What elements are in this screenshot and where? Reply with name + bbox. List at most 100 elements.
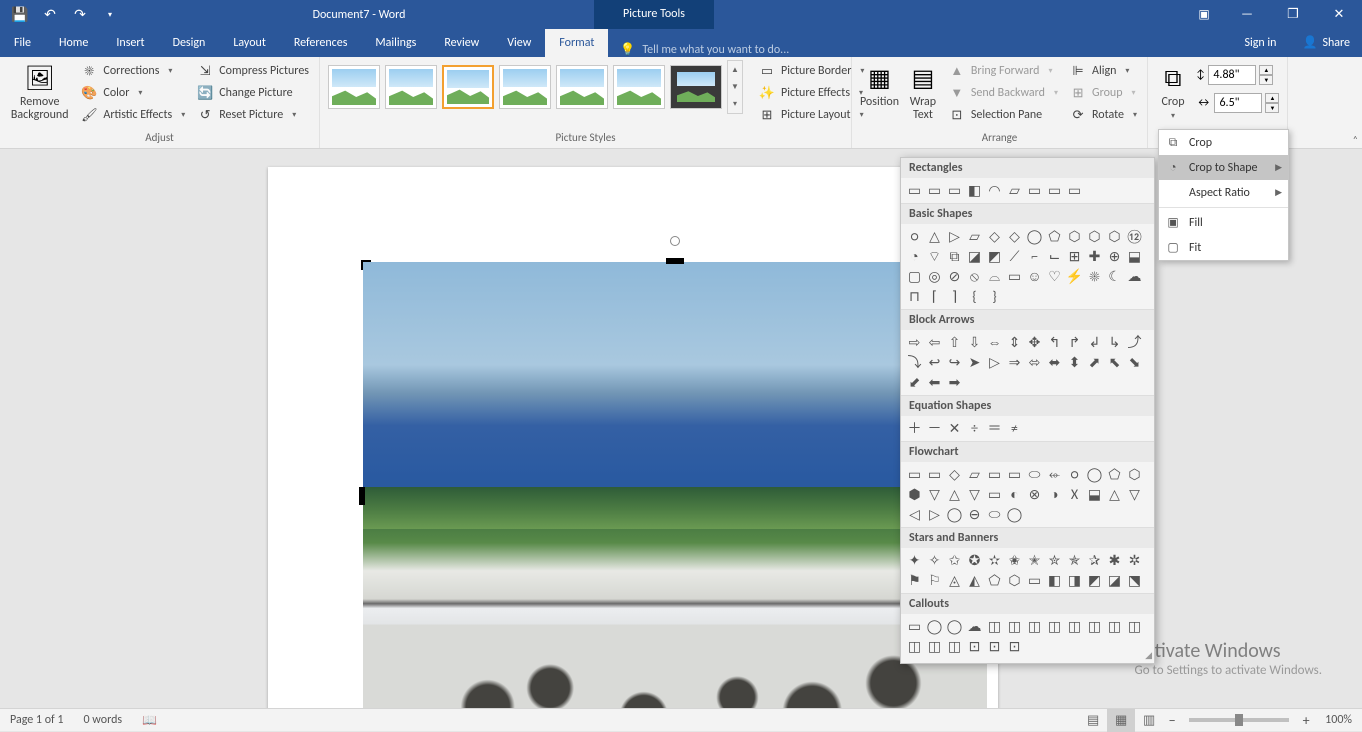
resize-grip-icon[interactable]: ◢ <box>1145 650 1152 661</box>
picture-style-thumb[interactable] <box>385 65 437 109</box>
shape-option[interactable]: ▭ <box>905 181 924 200</box>
tab-layout[interactable]: Layout <box>219 29 280 57</box>
close-icon[interactable]: ✕ <box>1316 0 1362 29</box>
shape-option[interactable]: ⬓ <box>1085 485 1104 504</box>
shape-option[interactable]: ◎ <box>925 267 944 286</box>
shape-option[interactable]: ✬ <box>1005 551 1024 570</box>
shape-option[interactable]: ⬠ <box>985 571 1004 590</box>
shape-option[interactable]: ▷ <box>945 227 964 246</box>
zoom-knob[interactable] <box>1235 714 1243 726</box>
shape-option[interactable]: ✦ <box>905 551 924 570</box>
tab-references[interactable]: References <box>280 29 362 57</box>
position-button[interactable]: ▦ Position <box>858 60 901 109</box>
shape-option[interactable]: ◩ <box>1085 571 1104 590</box>
picture-style-thumb[interactable] <box>499 65 551 109</box>
shape-option[interactable]: ◫ <box>1045 617 1064 636</box>
shape-option[interactable]: ⬓ <box>1125 247 1144 266</box>
shape-option[interactable]: ⬠ <box>1045 227 1064 246</box>
shape-option[interactable]: ⊡ <box>985 637 1004 656</box>
shape-option[interactable]: ◔ <box>905 247 924 266</box>
shape-option[interactable]: ✱ <box>1105 551 1124 570</box>
shape-option[interactable]: ✥ <box>1025 333 1044 352</box>
shape-option[interactable]: ▭ <box>1025 571 1044 590</box>
undo-icon[interactable]: ↶ <box>36 3 64 27</box>
shape-option[interactable]: ◫ <box>905 637 924 656</box>
tab-view[interactable]: View <box>493 29 545 57</box>
shape-option[interactable]: X <box>1065 485 1084 504</box>
redo-icon[interactable]: ↷ <box>66 3 94 27</box>
shape-option[interactable]: ▢ <box>905 267 924 286</box>
crop-dropdown-icon[interactable]: ▾ <box>1171 111 1175 121</box>
shape-option[interactable]: ◫ <box>1085 617 1104 636</box>
color-button[interactable]: 🎨Color <box>77 82 189 104</box>
shape-option[interactable]: ◫ <box>985 617 1004 636</box>
shape-option[interactable]: ▭ <box>945 181 964 200</box>
shape-option[interactable]: ⇒ <box>1005 353 1024 372</box>
shape-option[interactable]: ◠ <box>985 181 1004 200</box>
shape-option[interactable]: ⌙ <box>1045 247 1064 266</box>
shape-option[interactable]: ▭ <box>1045 181 1064 200</box>
shape-option[interactable]: ▭ <box>925 181 944 200</box>
shape-option[interactable]: ⬡ <box>1085 227 1104 246</box>
artistic-effects-button[interactable]: 🖌Artistic Effects <box>77 104 189 126</box>
shape-option[interactable]: ▷ <box>925 505 944 524</box>
shape-option[interactable]: － <box>925 419 944 438</box>
tab-format[interactable]: Format <box>545 29 608 57</box>
shape-option[interactable]: { <box>965 287 984 306</box>
remove-background-button[interactable]: 🖼 Remove Background <box>6 60 73 122</box>
shape-option[interactable]: ⑫ <box>1125 227 1144 246</box>
view-print-icon[interactable]: ▦ <box>1107 709 1135 732</box>
shape-option[interactable]: ⬊ <box>1125 353 1144 372</box>
shape-option[interactable]: ⬡ <box>1105 227 1124 246</box>
shape-option[interactable]: ▽ <box>1125 485 1144 504</box>
view-web-icon[interactable]: ▥ <box>1135 709 1163 732</box>
view-read-icon[interactable]: ▤ <box>1079 709 1107 732</box>
shape-option[interactable]: ↪ <box>945 353 964 372</box>
crop-handle-tc[interactable] <box>666 258 684 264</box>
shape-option[interactable]: ◫ <box>1125 617 1144 636</box>
group-button[interactable]: ⊞Group <box>1066 82 1141 104</box>
shape-option[interactable]: ⊘ <box>945 267 964 286</box>
shape-option[interactable]: ▭ <box>1025 181 1044 200</box>
shape-option[interactable]: ＝ <box>985 419 1004 438</box>
shape-option[interactable]: ⤴ <box>1125 333 1144 352</box>
shape-option[interactable]: ↳ <box>1105 333 1124 352</box>
shape-option[interactable]: ◪ <box>1105 571 1124 590</box>
width-input[interactable] <box>1214 93 1262 113</box>
shape-option[interactable]: ⟋ <box>1005 247 1024 266</box>
wrap-text-button[interactable]: ▤ Wrap Text <box>905 60 941 122</box>
shape-option[interactable]: ⬰ <box>1045 465 1064 484</box>
shape-option[interactable]: ◫ <box>1025 617 1044 636</box>
shape-option[interactable]: ⤵ <box>905 353 924 372</box>
shape-option[interactable]: ⬡ <box>1065 227 1084 246</box>
tab-design[interactable]: Design <box>159 29 220 57</box>
shape-option[interactable]: ⌈ <box>925 287 944 306</box>
shape-option[interactable]: ◫ <box>945 637 964 656</box>
zoom-in-icon[interactable]: + <box>1297 712 1315 729</box>
shape-option[interactable]: ↰ <box>1045 333 1064 352</box>
shape-option[interactable]: ➤ <box>965 353 984 372</box>
reset-picture-button[interactable]: ↺Reset Picture <box>193 104 313 126</box>
shape-option[interactable]: ✮ <box>1045 551 1064 570</box>
zoom-slider[interactable] <box>1189 718 1289 722</box>
gallery-up-icon[interactable]: ▲ <box>728 61 742 78</box>
shape-option[interactable]: ◬ <box>945 571 964 590</box>
shape-option[interactable]: ☺ <box>1025 267 1044 286</box>
tab-review[interactable]: Review <box>430 29 493 57</box>
shape-option[interactable]: ✯ <box>1065 551 1084 570</box>
picture-style-thumb[interactable] <box>613 65 665 109</box>
shape-option[interactable]: ▭ <box>925 465 944 484</box>
zoom-level[interactable]: 100% <box>1315 713 1362 727</box>
shape-option[interactable]: ⇧ <box>945 333 964 352</box>
shape-option[interactable]: ◨ <box>1065 571 1084 590</box>
shape-option[interactable]: ▭ <box>985 465 1004 484</box>
shape-option[interactable]: ⬈ <box>1085 353 1104 372</box>
gallery-down-icon[interactable]: ▼ <box>728 78 742 95</box>
shape-option[interactable]: ◧ <box>965 181 984 200</box>
shape-option[interactable]: ✲ <box>1125 551 1144 570</box>
shape-option[interactable]: ▽ <box>965 485 984 504</box>
shape-option[interactable]: ✧ <box>925 551 944 570</box>
align-button[interactable]: ⊫Align <box>1066 60 1141 82</box>
picture-style-thumb[interactable] <box>328 65 380 109</box>
shape-option[interactable]: ◑ <box>1045 485 1064 504</box>
